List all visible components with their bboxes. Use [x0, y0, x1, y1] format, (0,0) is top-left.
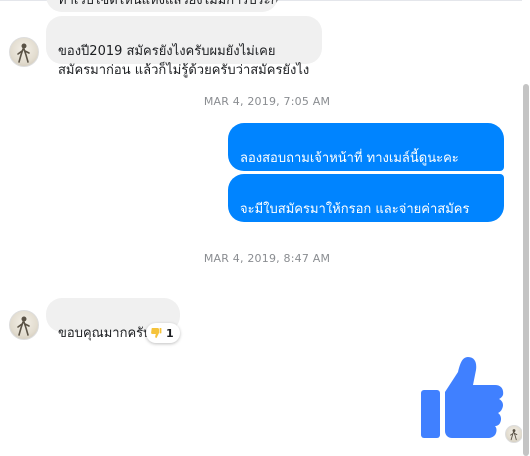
message-bubble-incoming[interactable]: ทำเว็บไซต์ไหนแห่งแล้วยังไม่มีการประกาศ	[46, 0, 278, 12]
message-bubble-outgoing[interactable]: จะมีใบสมัครมาให้กรอก และจ่ายค่าสมัครผ่าน…	[228, 174, 504, 255]
thumbs-up-icon	[421, 357, 504, 438]
scrollbar-thumb[interactable]	[523, 84, 529, 456]
message-text: จะมีใบสมัครมาให้กรอก และจ่ายค่าสมัครผ่าน…	[240, 202, 470, 255]
message-text: ของปี2019 สมัครยังไงครับผมยังไม่เคย สมัค…	[58, 44, 310, 78]
message-bubble-incoming[interactable]: ของปี2019 สมัครยังไงครับผมยังไม่เคย สมัค…	[46, 16, 322, 78]
person-icon	[510, 429, 518, 441]
thumbs-down-emoji-icon	[151, 328, 162, 338]
scrollbar-track[interactable]	[522, 0, 530, 456]
message-text: ทำเว็บไซต์ไหนแห่งแล้วยังไม่มีการประกาศ	[58, 0, 278, 8]
timestamp: MAR 4, 2019, 8:47 AM	[203, 252, 331, 265]
seen-avatar	[505, 425, 523, 443]
message-reaction[interactable]: 1	[146, 323, 180, 343]
like-sticker[interactable]	[418, 354, 506, 442]
sender-avatar[interactable]	[9, 37, 39, 67]
person-icon	[17, 316, 30, 336]
message-bubble-outgoing[interactable]: ลองสอบถามเจ้าหน้าที่ ทางเมล์นี้ดูนะคะ de…	[228, 123, 504, 185]
reaction-count: 1	[166, 326, 174, 340]
timestamp: MAR 4, 2019, 7:05 AM	[203, 95, 331, 108]
sender-avatar[interactable]	[9, 310, 39, 340]
person-icon	[17, 43, 30, 63]
